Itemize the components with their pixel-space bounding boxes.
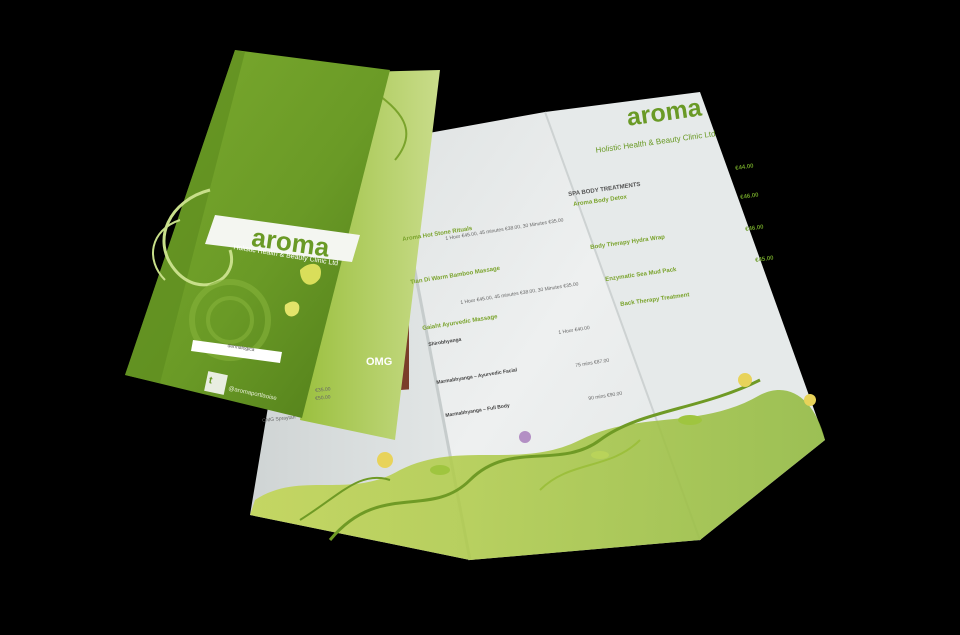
photo-badge: OMG — [366, 356, 393, 368]
brochure-scene: aroma Holistic Health & Beauty Clinic Lt… — [0, 0, 960, 635]
